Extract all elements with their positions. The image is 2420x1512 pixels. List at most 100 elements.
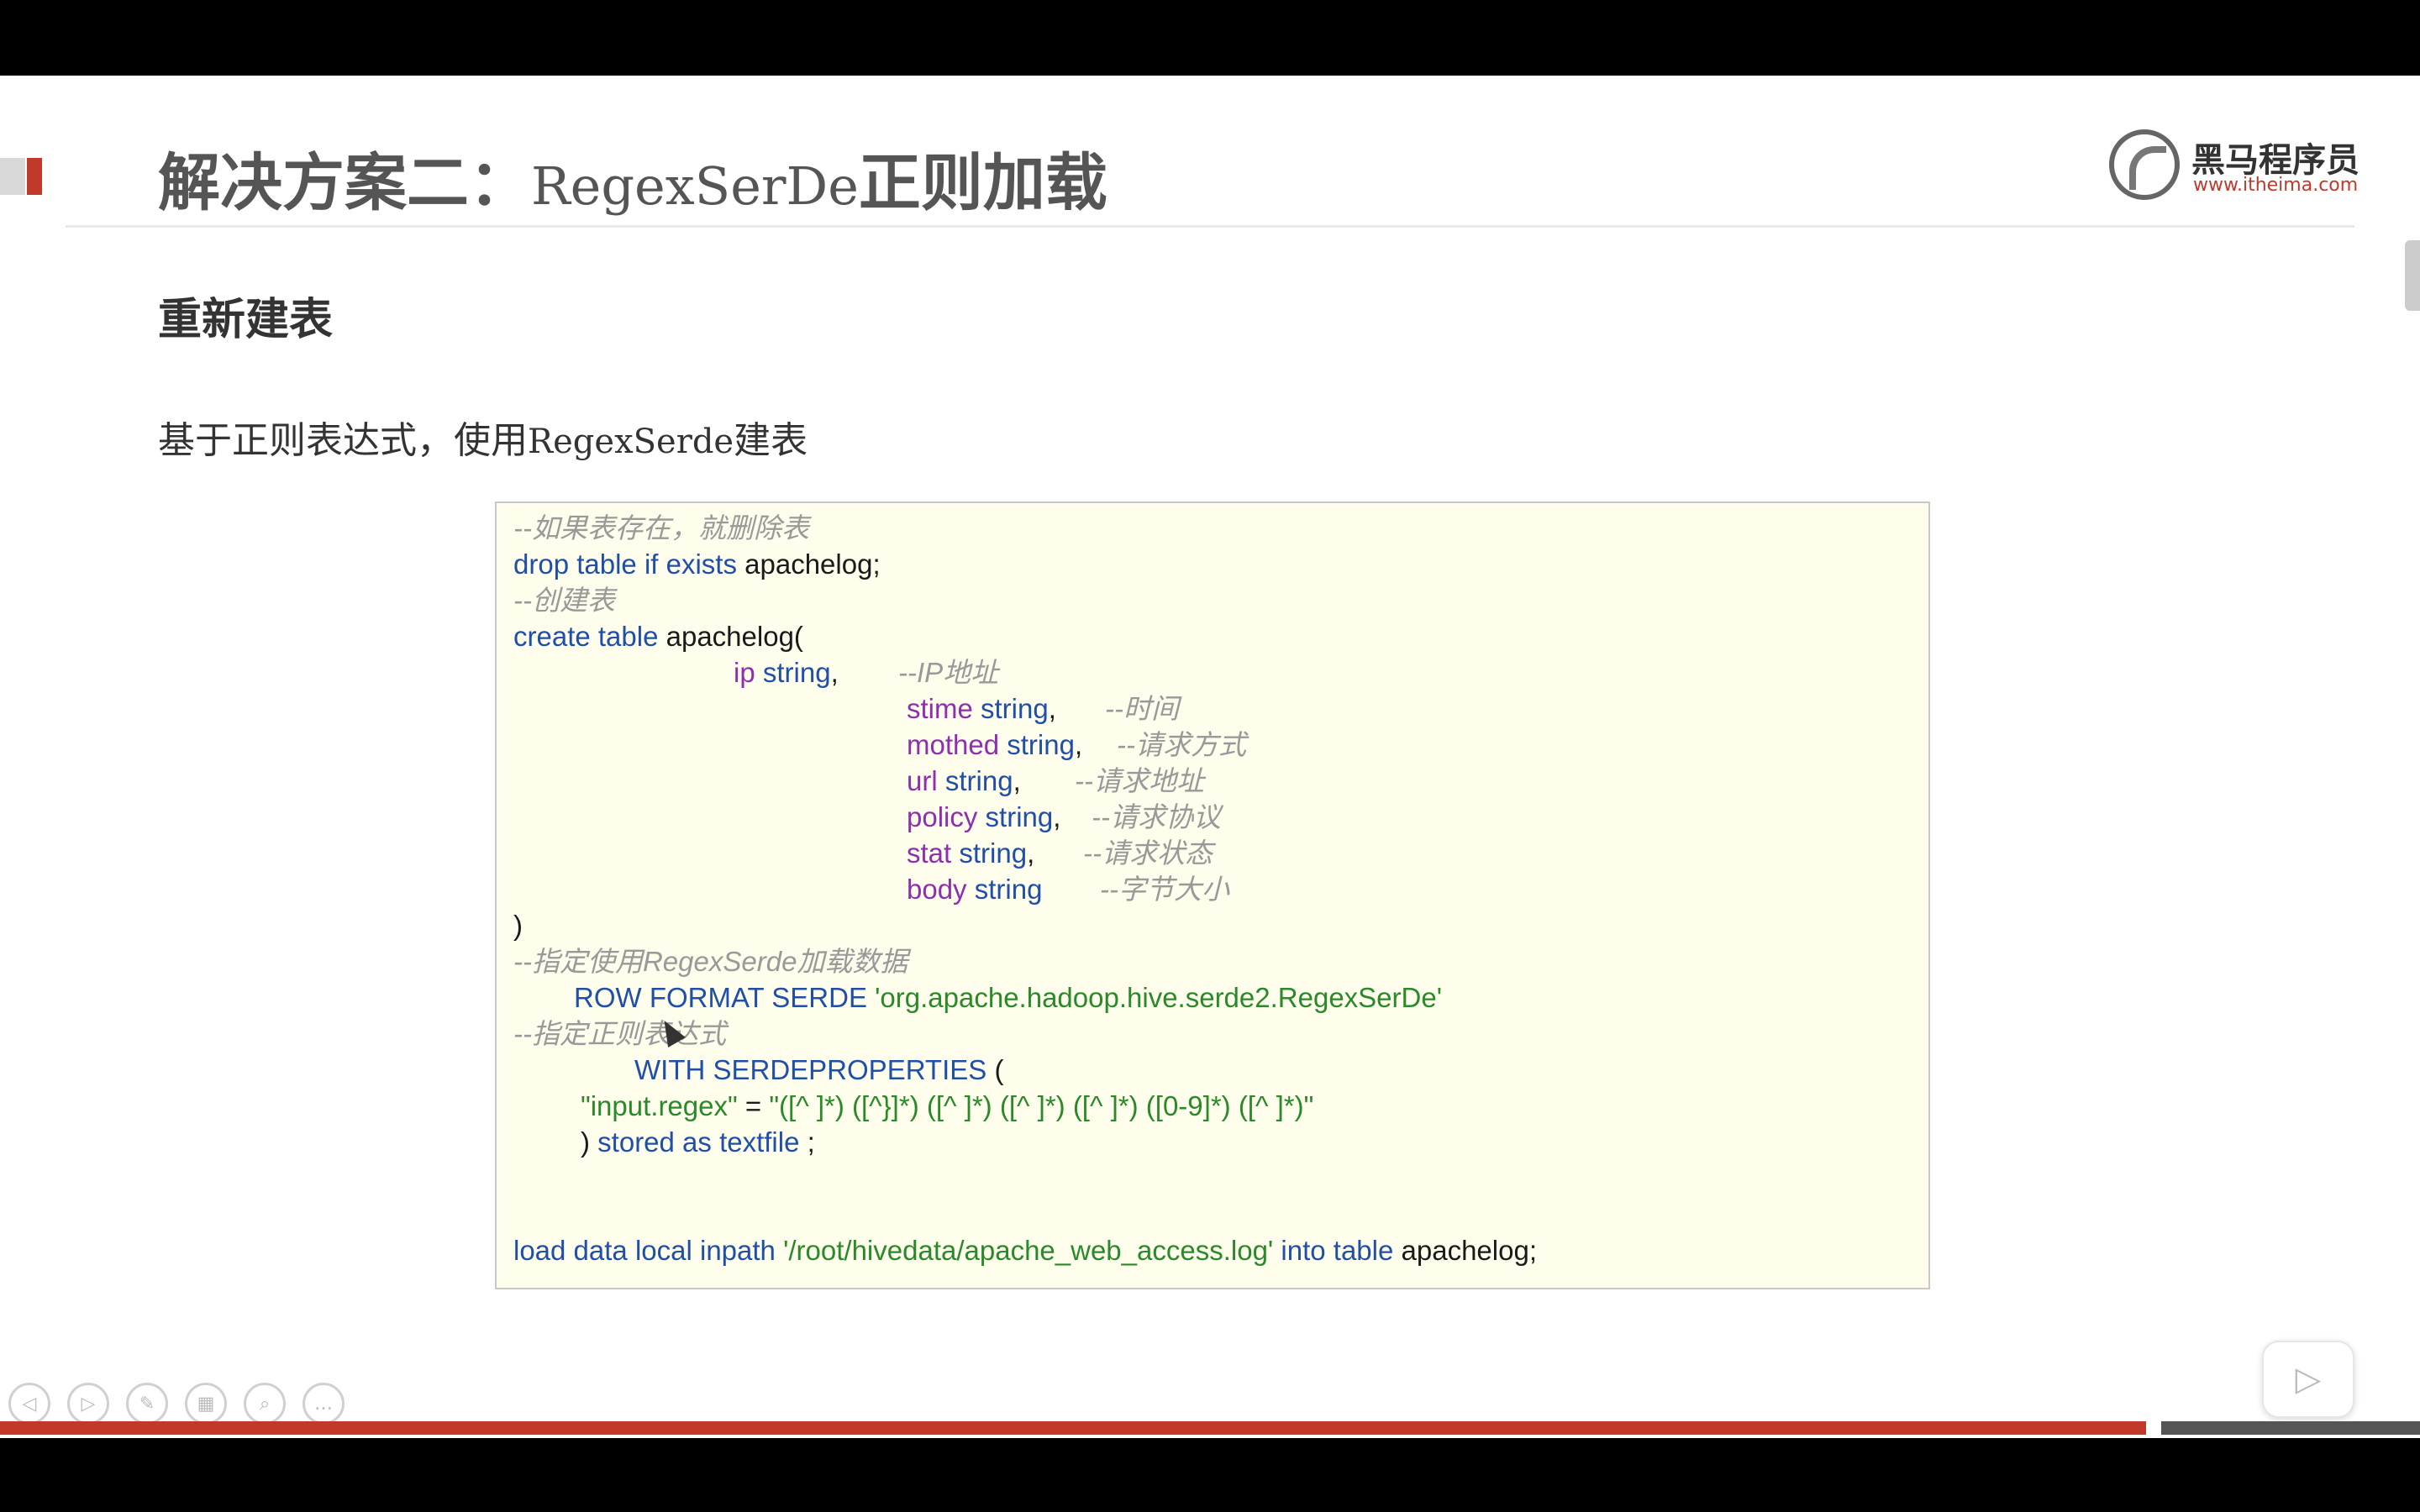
code-comment: --请求地址 [1075,765,1204,796]
more-icon: … [314,1393,333,1415]
code-keyword: ROW FORMAT SERDE [574,982,867,1013]
prev-slide-button[interactable]: ◁ [8,1383,50,1425]
code-line-9: policy string, [907,799,1060,835]
prev-icon: ◁ [22,1393,37,1415]
zoom-icon: ⌕ [259,1393,271,1415]
grid-icon: ▦ [197,1393,215,1415]
code-comment: --指定使用RegexSerde加载数据 [513,946,908,977]
section-heading: 重新建表 [158,295,334,345]
title-part-2: 正则加载 [858,147,1107,219]
code-keyword: WITH SERDEPROPERTIES [634,1054,987,1085]
code-column: ip [734,657,755,688]
play-icon: ▷ [2295,1360,2322,1399]
desc-part-mono: RegexSerde [528,423,734,461]
pen-tool-button[interactable]: ✎ [126,1383,168,1425]
slide-grid-button[interactable]: ▦ [185,1383,227,1425]
code-type: string [937,765,1013,796]
code-line-6: stime string, [907,690,1056,727]
code-type: string [951,837,1028,869]
itheima-logo: 黑马程序员 www.itheima.com [2109,129,2361,210]
title-accent-grey [0,158,25,195]
code-separator: , [1074,729,1083,760]
code-paren: ) [581,1126,598,1158]
code-keyword: drop table if exists [513,549,737,580]
code-line-8: url string, [907,763,1021,799]
code-separator: , [1048,693,1056,724]
code-line-11-comment: --字节大小 [1100,871,1229,907]
code-line-7: mothed string, [907,727,1082,763]
code-line-10-comment: --请求状态 [1083,835,1213,871]
code-identifier: apachelog; [736,549,881,580]
code-column: mothed [907,729,1000,760]
code-string: 'org.apache.hadoop.hive.serde2.RegexSerD… [866,982,1443,1013]
code-line-3: --创建表 [513,582,615,618]
side-panel-handle[interactable] [2405,240,2420,311]
code-line-2: drop table if exists apachelog; [513,546,881,582]
code-line-9-comment: --请求协议 [1092,799,1221,835]
code-identifier: apachelog( [658,621,803,652]
code-comment: --请求协议 [1092,801,1221,832]
code-keyword: load data local inpath [513,1235,776,1266]
code-comment: --请求状态 [1083,837,1213,869]
code-line-19: load data local inpath '/root/hivedata/a… [513,1232,1537,1268]
progress-bar-filled [0,1421,2146,1435]
code-separator: , [830,657,839,688]
code-line-5-comment: --IP地址 [898,654,998,690]
code-line-6-comment: --时间 [1105,690,1179,727]
pen-icon: ✎ [139,1393,155,1415]
code-block: --如果表存在，就删除表 drop table if exists apache… [495,501,1930,1289]
more-options-button[interactable]: … [302,1383,345,1425]
code-comment: --字节大小 [1100,874,1229,905]
code-paren: ( [986,1054,1004,1085]
code-line-15: --指定正则表达式 [513,1016,726,1052]
code-comment: --如果表存在，就删除表 [513,512,809,543]
code-column: body [907,874,967,905]
code-column: url [907,765,938,796]
slide-title: 解决方案二：RegexSerDe正则加载 [158,133,1107,223]
code-line-10: stat string, [907,835,1034,871]
code-column: policy [907,801,978,832]
code-keyword: stored as textfile [597,1126,800,1158]
code-line-5: ip string, [734,654,839,690]
code-separator: , [1013,765,1021,796]
desc-part-2: 建表 [734,419,808,462]
description: 基于正则表达式，使用RegexSerde建表 [158,410,808,464]
slide: 解决方案二：RegexSerDe正则加载 黑马程序员 www.itheima.c… [0,76,2420,1438]
code-operator: = [737,1090,770,1121]
code-string: "([^ ]*) ([^}]*) ([^ ]*) ([^ ]*) ([^ ]*)… [769,1090,1314,1121]
code-type: string [972,693,1049,724]
code-line-1: --如果表存在，就删除表 [513,510,809,546]
code-line-7-comment: --请求方式 [1117,727,1246,763]
code-comment: --时间 [1105,693,1179,724]
code-column: stime [907,693,973,724]
code-terminator: ; [799,1126,815,1158]
zoom-button[interactable]: ⌕ [244,1383,286,1425]
code-type: string [966,874,1043,905]
code-line-16: WITH SERDEPROPERTIES ( [634,1052,1003,1088]
logo-mark-icon [2109,129,2180,200]
code-string: "input.regex" [581,1090,738,1121]
play-button[interactable]: ▷ [2262,1341,2354,1418]
progress-bar-remaining [2161,1421,2420,1435]
code-comment: --指定正则表达式 [513,1018,726,1049]
next-slide-button[interactable]: ▷ [67,1383,109,1425]
code-identifier: apachelog; [1393,1235,1537,1266]
code-column: stat [907,837,952,869]
next-icon: ▷ [81,1393,96,1415]
code-line-14: ROW FORMAT SERDE 'org.apache.hadoop.hive… [574,979,1442,1016]
code-comment: --IP地址 [898,657,999,688]
code-separator: , [1053,801,1061,832]
code-line-17: "input.regex" = "([^ ]*) ([^}]*) ([^ ]*)… [581,1088,1313,1124]
code-line-12: ) [513,907,523,943]
code-line-11: body string [907,871,1042,907]
code-separator: , [1027,837,1035,869]
title-part-mono: RegexSerDe [531,155,859,217]
code-line-8-comment: --请求地址 [1075,763,1204,799]
code-line-13: --指定使用RegexSerde加载数据 [513,943,908,979]
code-comment: --创建表 [513,585,615,616]
title-part-1: 解决方案二： [158,147,531,219]
code-comment: --请求方式 [1117,729,1246,760]
desc-part-1: 基于正则表达式，使用 [158,419,528,462]
code-paren: ) [513,910,523,941]
logo-url: www.itheima.com [2193,175,2359,196]
